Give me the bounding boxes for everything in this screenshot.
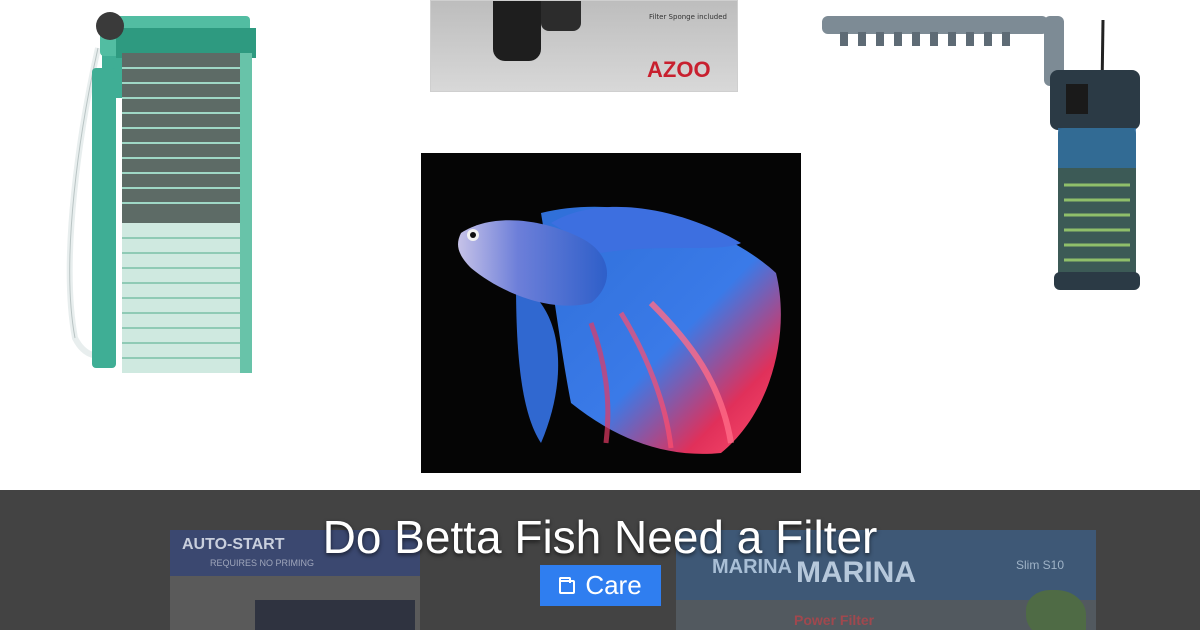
featured-image-collage: Filter Sponge included AZOO AUTO-START R… — [0, 0, 1200, 630]
top-box-brand: AZOO — [647, 57, 711, 82]
folder-icon — [559, 576, 576, 594]
marina-product-text: Power Filter — [794, 612, 875, 628]
box-dark-area — [255, 600, 415, 630]
right-filter-image — [822, 16, 1140, 290]
top-product-box-image: Filter Sponge included AZOO — [430, 0, 738, 92]
category-button[interactable]: Care — [540, 565, 661, 606]
sponge-shape — [493, 1, 541, 61]
category-label: Care — [585, 570, 642, 600]
betta-fish-illustration — [458, 206, 781, 454]
left-filter-image — [66, 12, 256, 373]
top-box-note: Filter Sponge included — [649, 13, 727, 21]
post-title: Do Betta Fish Need a Filter — [322, 511, 878, 563]
sponge-shape-small — [541, 1, 581, 31]
betta-fish-photo — [421, 153, 801, 473]
